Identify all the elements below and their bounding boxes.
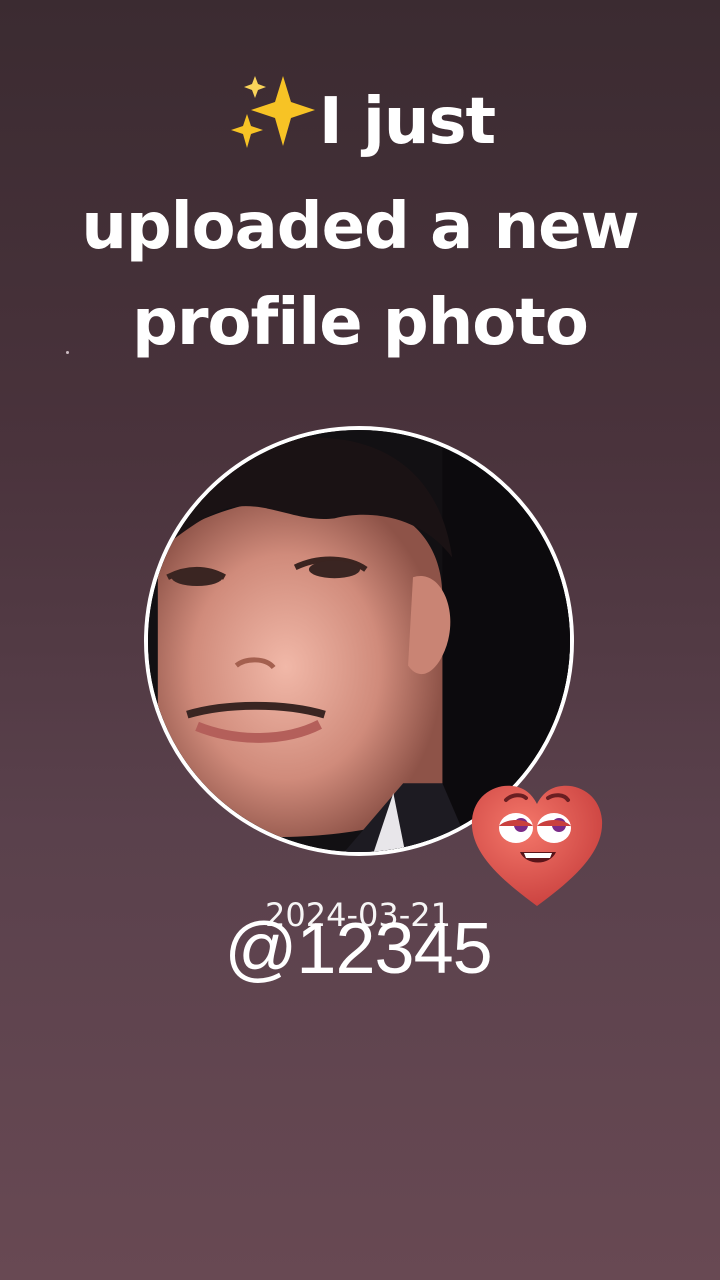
headline: I just uploaded a new profile photo	[40, 72, 680, 371]
headline-line-2: uploaded a new	[81, 190, 639, 264]
decorative-dot	[66, 351, 69, 354]
headline-line-1: I just	[40, 72, 680, 179]
heart-face-sticker	[466, 780, 608, 910]
sparkles-icon	[225, 72, 317, 179]
username-handle[interactable]: @12345	[0, 908, 716, 990]
headline-text-1: I just	[318, 85, 496, 160]
headline-line-3: profile photo	[132, 286, 589, 360]
